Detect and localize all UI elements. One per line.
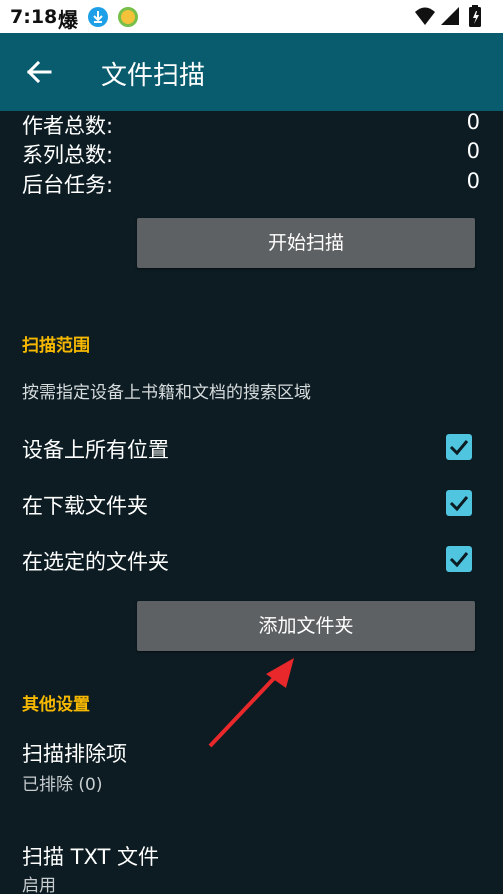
scan-exclusions-summary: 已排除 (0) xyxy=(22,775,103,795)
scan-txt-summary: 启用 xyxy=(22,876,56,894)
checkbox-checked-icon[interactable] xyxy=(446,490,472,516)
stat-value: 0 xyxy=(466,139,480,163)
app-notification-icon xyxy=(118,7,138,27)
wifi-icon xyxy=(415,7,435,25)
signal-icon xyxy=(441,7,459,25)
app-bar: 文件扫描 xyxy=(0,33,503,111)
stat-label: 作者总数: xyxy=(22,114,114,138)
stat-row-background-tasks: 后台任务: 0 xyxy=(22,169,482,199)
option-label: 在选定的文件夹 xyxy=(22,550,169,574)
status-indicators xyxy=(413,3,493,31)
stat-label: 后台任务: xyxy=(22,173,114,197)
start-scan-button[interactable]: 开始扫描 xyxy=(137,218,475,268)
option-label: 在下载文件夹 xyxy=(22,494,148,518)
page-title: 文件扫描 xyxy=(101,61,206,91)
scan-exclusions-title[interactable]: 扫描排除项 xyxy=(22,738,127,768)
option-selected-folders[interactable]: 在选定的文件夹 xyxy=(22,540,482,580)
explode-notification-icon: 爆 xyxy=(58,8,78,32)
stat-value: 0 xyxy=(466,110,480,134)
battery-icon xyxy=(469,5,481,27)
section-title-other-settings: 其他设置 xyxy=(22,695,90,715)
stat-row-series: 系列总数: 0 xyxy=(22,139,482,169)
option-all-locations[interactable]: 设备上所有位置 xyxy=(22,428,482,468)
scan-txt-title[interactable]: 扫描 TXT 文件 xyxy=(22,841,159,871)
stat-label: 系列总数: xyxy=(22,143,114,167)
option-label: 设备上所有位置 xyxy=(22,438,169,462)
add-folder-button[interactable]: 添加文件夹 xyxy=(137,601,475,651)
status-time: 7:18 xyxy=(10,6,58,28)
scan-range-description: 按需指定设备上书籍和文档的搜索区域 xyxy=(22,383,311,403)
back-arrow-icon[interactable] xyxy=(20,53,58,91)
checkbox-checked-icon[interactable] xyxy=(446,434,472,460)
annotation-arrow-icon xyxy=(208,658,294,748)
checkbox-checked-icon[interactable] xyxy=(446,546,472,572)
stat-row-authors: 作者总数: 0 xyxy=(22,110,482,140)
stat-value: 0 xyxy=(466,169,480,193)
status-bar: 7:18 爆 xyxy=(0,0,503,33)
download-notification-icon xyxy=(88,7,108,27)
option-downloads-folder[interactable]: 在下载文件夹 xyxy=(22,484,482,524)
section-title-scan-range: 扫描范围 xyxy=(22,336,90,356)
